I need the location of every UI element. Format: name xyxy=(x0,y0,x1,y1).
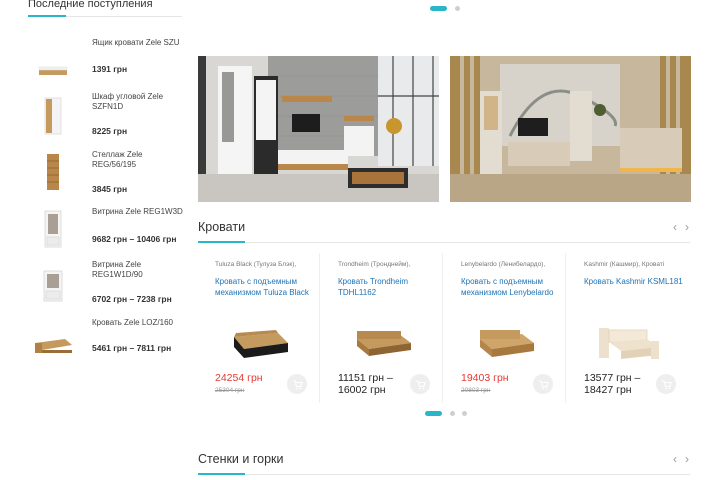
chevron-right-icon[interactable]: › xyxy=(685,220,689,234)
cart-icon xyxy=(292,379,303,389)
add-to-cart-button[interactable] xyxy=(533,374,553,394)
sidebar-item-price: 9682 грн – 10406 грн xyxy=(92,234,177,244)
chevron-right-icon[interactable]: › xyxy=(685,452,689,466)
product-image[interactable] xyxy=(472,325,542,365)
sidebar-item-name[interactable]: Витрина Zele REG1W1D/90 xyxy=(92,260,184,280)
carousel-dot[interactable] xyxy=(450,411,455,416)
product-thumbnail[interactable] xyxy=(28,264,78,308)
slider-dot-active[interactable] xyxy=(430,6,447,11)
product-price: 24254 грн xyxy=(215,372,263,384)
section-title-beds[interactable]: Кровати xyxy=(198,220,245,234)
promo-banner-living-room-white[interactable] xyxy=(198,56,439,202)
living-room-beige-image xyxy=(450,56,691,202)
product-name-link[interactable]: Кровать с подъемным механизмом Lenybelar… xyxy=(461,276,565,298)
product-thumbnail[interactable] xyxy=(28,322,78,366)
product-name-link[interactable]: Кровать с подъемным механизмом Tuluza Bl… xyxy=(215,276,319,298)
card-divider xyxy=(442,253,443,403)
chevron-left-icon[interactable]: ‹ xyxy=(673,220,677,234)
sidebar-title: Последние поступления xyxy=(28,0,153,10)
product-category[interactable]: Tuluza Black (Тулуза Блэк), xyxy=(215,261,325,268)
product-thumbnail[interactable] xyxy=(28,207,78,251)
sidebar-item-name[interactable]: Витрина Zele REG1W3D xyxy=(92,207,184,217)
product-old-price: 20803 грн xyxy=(461,387,491,394)
promo-banner-living-room-beige[interactable] xyxy=(450,56,691,202)
sidebar-item-name[interactable]: Кровать Zele LOZ/160 xyxy=(92,318,184,328)
sidebar-title-underline xyxy=(28,15,182,17)
carousel-dot[interactable] xyxy=(462,411,467,416)
product-name-link[interactable]: Кровать Trondheim TDHL1162 xyxy=(338,276,442,298)
product-price: 11151 грн – 16002 грн xyxy=(338,372,393,396)
sidebar-item-name[interactable]: Стеллаж Zele REG/56/195 xyxy=(92,150,184,170)
sidebar-item-name[interactable]: Ящик кровати Zele SZU xyxy=(92,38,184,48)
cart-icon xyxy=(661,379,672,389)
section-title-walls[interactable]: Стенки и горки xyxy=(198,452,284,466)
product-old-price: 25304 грн xyxy=(215,387,245,394)
product-category[interactable]: Trondheim (Тронднейм), xyxy=(338,261,448,268)
product-image[interactable] xyxy=(226,325,296,365)
product-card[interactable]: Kashmir (Кашмир), Кроватi Кровать Kashmi… xyxy=(567,253,689,403)
sidebar-item-price: 3845 грн xyxy=(92,184,128,194)
section-title-underline xyxy=(198,473,690,475)
section-title-underline xyxy=(198,241,690,243)
product-category[interactable]: Lenybelardo (Ленибелардо), xyxy=(461,261,571,268)
product-price: 19403 грн xyxy=(461,372,509,384)
product-image[interactable] xyxy=(349,325,419,365)
add-to-cart-button[interactable] xyxy=(287,374,307,394)
product-card[interactable]: Lenybelardo (Ленибелардо), Кровать с под… xyxy=(444,253,566,403)
product-card[interactable]: Tuluza Black (Тулуза Блэк), Кровать с по… xyxy=(198,253,320,403)
card-divider xyxy=(319,253,320,403)
living-room-white-image xyxy=(198,56,439,202)
sidebar-item-price: 5461 грн – 7811 грн xyxy=(92,343,172,353)
product-thumbnail[interactable] xyxy=(28,94,78,138)
sidebar-item-name[interactable]: Шкаф угловой Zele SZFN1D xyxy=(92,92,184,112)
slider-dot[interactable] xyxy=(455,6,460,11)
sidebar-item-price: 6702 грн – 7238 грн xyxy=(92,294,172,304)
product-image[interactable] xyxy=(595,325,665,365)
add-to-cart-button[interactable] xyxy=(410,374,430,394)
sidebar-item-price: 8225 грн xyxy=(92,126,128,136)
carousel-dot-active[interactable] xyxy=(425,411,442,416)
product-thumbnail[interactable] xyxy=(28,50,78,94)
card-divider xyxy=(565,253,566,403)
sidebar-item-price: 1391 грн xyxy=(92,64,128,74)
cart-icon xyxy=(415,379,426,389)
add-to-cart-button[interactable] xyxy=(656,374,676,394)
chevron-left-icon[interactable]: ‹ xyxy=(673,452,677,466)
product-price: 13577 грн – 18427 грн xyxy=(584,372,641,396)
cart-icon xyxy=(538,379,549,389)
product-thumbnail[interactable] xyxy=(28,150,78,194)
product-name-link[interactable]: Кровать Kashmir KSML181 xyxy=(584,276,688,287)
product-category[interactable]: Kashmir (Кашмир), Кроватi xyxy=(584,261,694,268)
sidebar-latest-arrivals: Последние поступления Ящик кровати Zele … xyxy=(28,0,183,353)
product-card[interactable]: Trondheim (Тронднейм), Кровать Trondheim… xyxy=(321,253,443,403)
